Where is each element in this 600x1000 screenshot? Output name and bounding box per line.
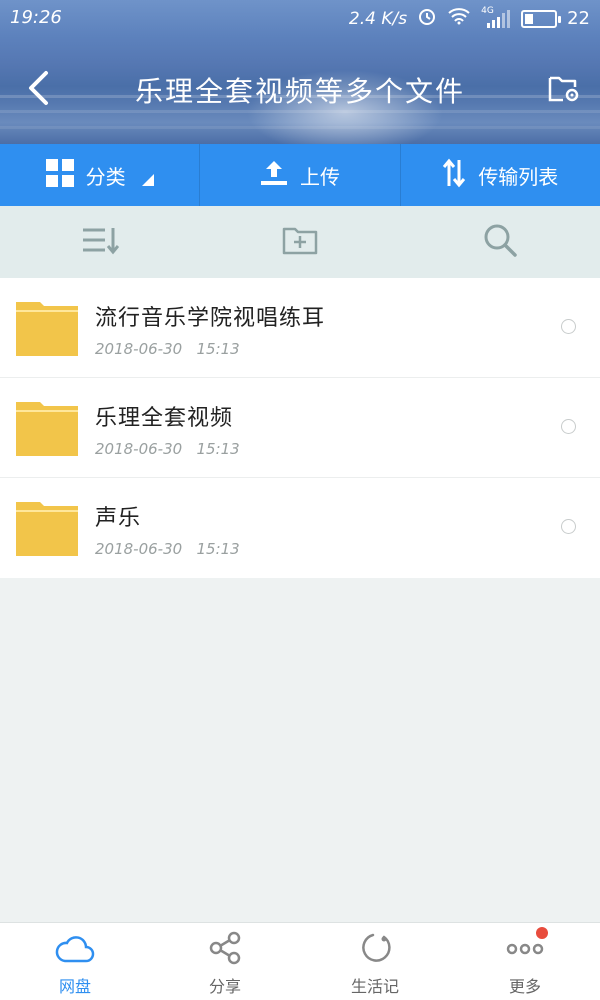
sort-button[interactable] [0,206,200,278]
search-icon [483,223,517,261]
transfer-arrows-icon [442,158,466,193]
nav-label: 生活记 [350,977,399,996]
file-date: 2018-06-30 15:13 [95,540,240,558]
header: 19:26 2.4 K/s 4G 22 乐理全套视频等多个文件 [0,0,600,144]
bottom-nav: 网盘 分享 生活记 更多 [0,922,600,1000]
battery-icon [521,9,562,28]
status-bar: 19:26 2.4 K/s 4G 22 [0,0,600,36]
folder-icon [16,400,78,456]
select-radio[interactable] [561,419,576,434]
nav-label: 分享 [208,977,241,996]
network-speed: 2.4 K/s [348,8,408,29]
folder-settings-button[interactable] [542,68,586,112]
file-name: 流行音乐学院视唱练耳 [95,306,326,331]
grid-icon [45,158,74,192]
nav-item-more[interactable]: 更多 [450,923,600,1000]
file-date: 2018-06-30 15:13 [95,340,240,358]
toolbar: 分类 上传 传输列表 [0,144,600,206]
upload-label: 上传 [299,164,340,189]
action-row [0,206,600,278]
sea-wave [0,126,600,129]
category-button[interactable]: 分类 [0,144,201,206]
list-item[interactable]: 声乐 2018-06-30 15:13 [0,478,600,578]
network-type: 4G [481,5,494,16]
status-right: 2.4 K/s 4G 22 [349,6,590,31]
file-name: 声乐 [95,506,142,531]
back-arrow-icon [26,70,50,110]
sort-icon [81,225,120,259]
list-item[interactable]: 流行音乐学院视唱练耳 2018-06-30 15:13 [0,278,600,378]
nav-item-cloud-disk[interactable]: 网盘 [0,923,150,1000]
nav-item-share[interactable]: 分享 [150,923,300,1000]
alarm-icon [417,6,437,31]
new-folder-button[interactable] [200,206,400,278]
signal-icon: 4G [481,5,511,29]
nav-label: 网盘 [58,977,91,996]
circle-refresh-icon [358,931,392,969]
new-folder-icon [282,225,318,259]
select-radio[interactable] [561,519,576,534]
share-icon [208,931,242,969]
cloud-icon [55,931,95,969]
list-item[interactable]: 乐理全套视频 2018-06-30 15:13 [0,378,600,478]
nav-item-life-notes[interactable]: 生活记 [300,923,450,1000]
status-time: 19:26 [10,7,62,28]
search-button[interactable] [400,206,600,278]
notification-badge [536,927,548,939]
category-label: 分类 [85,164,126,189]
title-bar: 乐理全套视频等多个文件 [0,56,600,122]
nav-label: 更多 [508,977,541,996]
select-radio[interactable] [561,319,576,334]
transfer-list-button[interactable]: 传输列表 [401,144,600,206]
folder-icon [16,300,78,356]
folder-settings-icon [547,72,581,108]
file-date: 2018-06-30 15:13 [95,440,240,458]
upload-button[interactable]: 上传 [200,144,401,206]
transfer-label: 传输列表 [478,164,559,189]
file-list: 流行音乐学院视唱练耳 2018-06-30 15:13 乐理全套视频 2018-… [0,278,600,578]
battery-level: 22 [567,8,590,29]
back-button[interactable] [18,68,58,112]
folder-icon [16,500,78,556]
upload-icon [260,159,288,192]
dropdown-triangle-icon [141,174,154,186]
file-name: 乐理全套视频 [95,406,234,431]
page-title: 乐理全套视频等多个文件 [134,75,465,108]
wifi-icon [447,7,471,30]
